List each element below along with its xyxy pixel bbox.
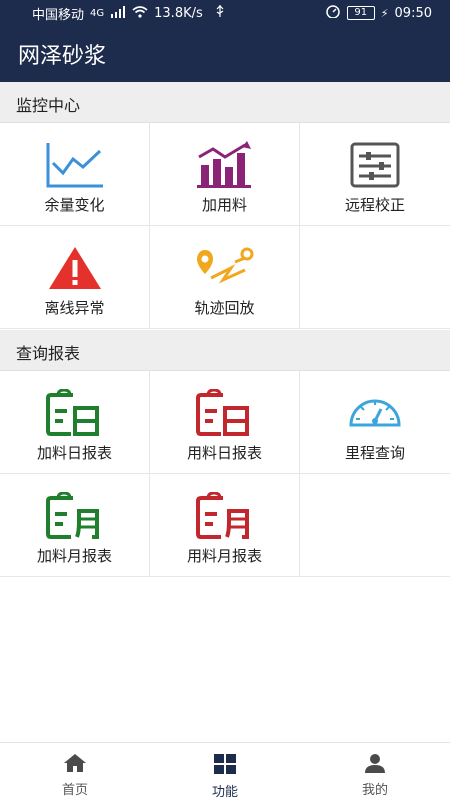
grid-item-remaining-change[interactable]: 余量变化 <box>0 123 150 226</box>
network-type: 4G <box>90 8 105 19</box>
grid-item-label: 离线异常 <box>44 299 105 317</box>
function-grid-monitor: 余量变化 加用料 远程校正 离线异常 轨迹回放 <box>0 123 450 329</box>
sliders-icon <box>343 141 407 189</box>
grid-item-use-daily-report[interactable]: 用料日报表 <box>150 371 300 474</box>
performance-icon <box>325 4 341 22</box>
tab-functions[interactable]: 功能 <box>150 743 300 801</box>
bottom-tab-bar: 首页 功能 我的 <box>0 742 450 801</box>
route-pin-icon <box>193 244 257 292</box>
section-header-monitor: 监控中心 <box>0 82 450 123</box>
grid-item-label: 用料月报表 <box>186 547 262 565</box>
grid-item-add-monthly-report[interactable]: 加料月报表 <box>0 474 150 577</box>
speedometer-icon <box>343 389 407 437</box>
tab-label: 功能 <box>211 785 238 800</box>
clock-time: 09:50 <box>394 5 432 21</box>
grid-item-use-monthly-report[interactable]: 用料月报表 <box>150 474 300 577</box>
daily-report-icon <box>43 389 107 437</box>
monthly-report-icon <box>193 492 257 540</box>
grid-item-offline-exception[interactable]: 离线异常 <box>0 226 150 329</box>
grid-item-label: 余量变化 <box>44 196 105 214</box>
grid-item-mileage-query[interactable]: 里程查询 <box>300 371 450 474</box>
daily-report-icon <box>193 389 257 437</box>
battery-icon: 91 <box>346 6 375 20</box>
grid-item-add-daily-report[interactable]: 加料日报表 <box>0 371 150 474</box>
section-title: 查询报表 <box>16 344 81 363</box>
wifi-icon <box>132 5 148 22</box>
grid-item-label: 加料日报表 <box>36 444 112 462</box>
tab-label: 我的 <box>361 783 388 798</box>
grid-item-remote-calibration[interactable]: 远程校正 <box>300 123 450 226</box>
carrier-name: 中国移动 <box>32 8 85 23</box>
function-grid-reports: 加料日报表 用料日报表 里程查询 加料月报表 用料月报表 <box>0 371 450 577</box>
grid-item-label: 加用料 <box>201 196 247 214</box>
net-speed: 13.8K/s <box>154 6 203 21</box>
grid-icon <box>213 753 237 779</box>
user-icon <box>364 753 386 777</box>
bar-trend-icon <box>193 141 257 189</box>
grid-empty-cell <box>300 226 450 329</box>
grid-item-label: 用料日报表 <box>186 444 262 462</box>
grid-item-label: 轨迹回放 <box>194 299 255 317</box>
grid-empty-cell <box>300 474 450 577</box>
signal-icon <box>110 5 126 22</box>
tab-profile[interactable]: 我的 <box>300 743 450 801</box>
line-chart-icon <box>43 141 107 189</box>
usb-icon <box>215 4 225 23</box>
section-title: 监控中心 <box>16 96 81 115</box>
tab-home[interactable]: 首页 <box>0 743 150 801</box>
battery-level: 91 <box>354 7 368 18</box>
page-title: 网泽砂浆 <box>18 44 107 69</box>
grid-item-add-use-material[interactable]: 加用料 <box>150 123 300 226</box>
home-icon <box>63 753 87 777</box>
warning-icon <box>43 244 107 292</box>
tab-label: 首页 <box>61 783 88 798</box>
section-header-reports: 查询报表 <box>0 330 450 371</box>
status-bar: 中国移动 4G 13.8K/s 91 ⚡ 09:50 <box>0 0 450 24</box>
grid-item-label: 远程校正 <box>344 196 405 214</box>
charging-icon: ⚡ <box>380 6 389 20</box>
grid-item-track-playback[interactable]: 轨迹回放 <box>150 226 300 329</box>
monthly-report-icon <box>43 492 107 540</box>
app-bar: 网泽砂浆 <box>0 24 450 82</box>
grid-item-label: 加料月报表 <box>36 547 112 565</box>
grid-item-label: 里程查询 <box>344 444 405 462</box>
